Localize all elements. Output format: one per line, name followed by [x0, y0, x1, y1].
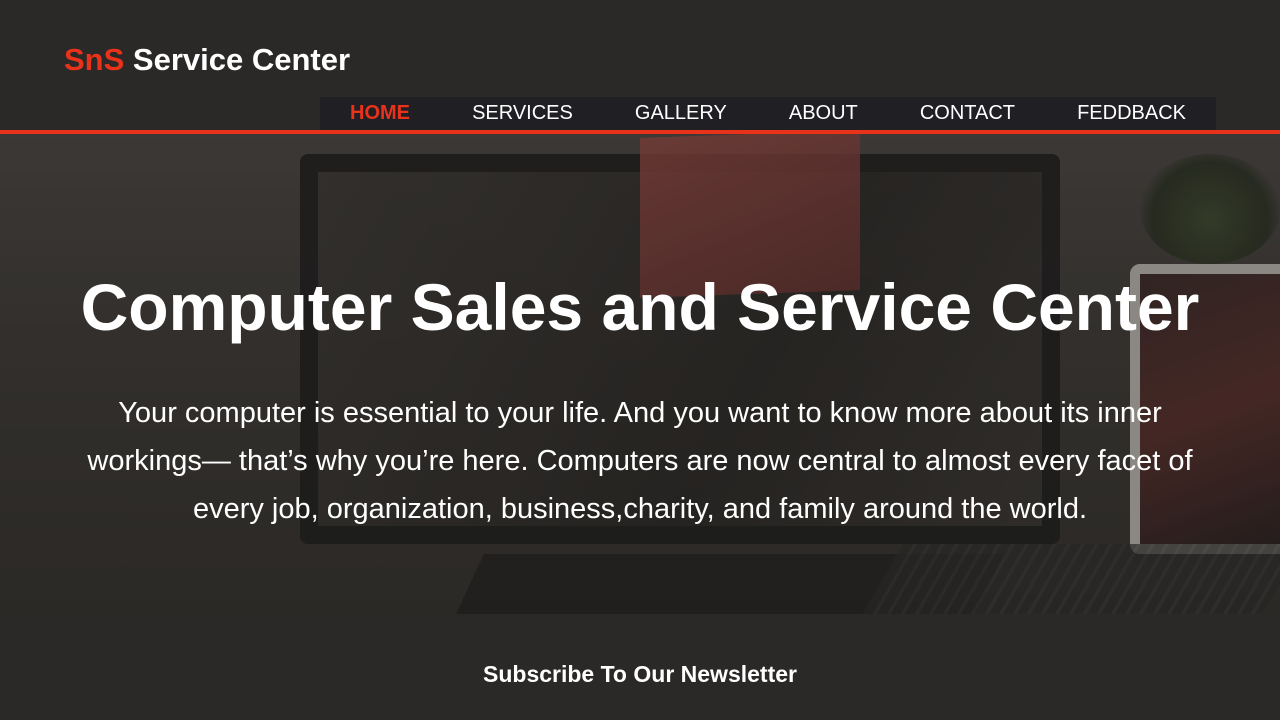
newsletter-section: Subscribe To Our Newsletter: [0, 614, 1280, 720]
hero-title: Computer Sales and Service Center: [80, 270, 1200, 344]
logo-text: Service Center: [132, 42, 351, 77]
nav-item-contact[interactable]: CONTACT: [920, 97, 1015, 130]
hero-description: Your computer is essential to your life.…: [87, 397, 1193, 525]
newsletter-title: Subscribe To Our Newsletter: [483, 661, 797, 687]
site-header: SnS Service Center HOME SERVICES GALLERY…: [0, 0, 1280, 130]
hero-section: Computer Sales and Service Center Your c…: [0, 134, 1280, 614]
logo-brand: SnS: [64, 42, 125, 77]
nav-item-gallery[interactable]: GALLERY: [635, 97, 727, 130]
hero-overlay: [0, 134, 1280, 614]
main-nav: HOME SERVICES GALLERY ABOUT CONTACT FEDD…: [320, 97, 1216, 130]
nav-item-about[interactable]: ABOUT: [789, 97, 858, 130]
nav-item-feedback[interactable]: FEDDBACK: [1077, 97, 1186, 130]
nav-item-home[interactable]: HOME: [350, 97, 410, 130]
site-logo[interactable]: SnS Service Center: [64, 42, 350, 78]
nav-item-services[interactable]: SERVICES: [472, 97, 573, 130]
